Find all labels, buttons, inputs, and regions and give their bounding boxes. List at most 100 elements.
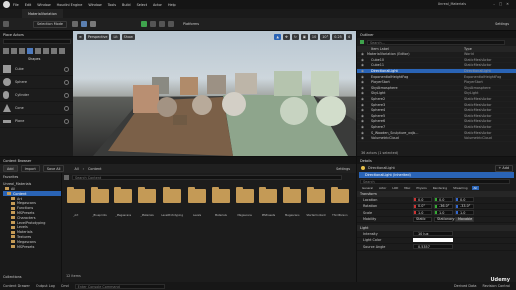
details-tab[interactable]: Streaming <box>451 186 469 190</box>
asset-folder[interactable]: Levels <box>187 187 207 217</box>
mobility-stationary[interactable]: Stationary <box>434 216 455 222</box>
asset-folder[interactable]: _Blueprints <box>90 187 109 217</box>
menu-tools[interactable]: Tools <box>108 3 116 7</box>
details-tab[interactable]: Misc <box>402 186 412 190</box>
platforms-button[interactable]: Platforms <box>180 21 202 28</box>
add-button[interactable]: Add <box>3 165 18 172</box>
scale-y-field[interactable]: 1.0 <box>434 210 453 216</box>
scale-z-field[interactable]: 1.0 <box>455 210 474 216</box>
help-icon[interactable] <box>64 92 69 98</box>
rotation-y-field[interactable]: -36.0° <box>434 203 453 209</box>
help-icon[interactable] <box>64 66 69 72</box>
asset-folder[interactable]: Megascans <box>283 187 302 217</box>
place-item-cone[interactable]: Cone <box>0 102 73 115</box>
tree-folder-item[interactable]: MSPresets <box>3 244 61 249</box>
selection-mode-button[interactable]: Selection Mode <box>33 20 67 28</box>
breadcrumb-content[interactable]: Content <box>88 167 102 171</box>
angle-snap-button[interactable]: 10° <box>320 34 331 40</box>
level-viewport[interactable]: ≡ Perspective Lit Show ▲ ✥ ↻ ▣ 10 10° 0.… <box>73 31 356 156</box>
menu-help[interactable]: Help <box>168 3 176 7</box>
visual-effects-icon[interactable] <box>43 48 49 54</box>
menu-edit[interactable]: Edit <box>25 3 32 7</box>
place-item-cube[interactable]: Cube <box>0 63 73 76</box>
place-actors-search-input[interactable] <box>3 39 71 44</box>
menu-file[interactable]: File <box>13 3 19 7</box>
import-button[interactable]: Import <box>20 165 40 172</box>
play-options-icon[interactable] <box>149 21 156 27</box>
recent-icon[interactable] <box>3 48 9 54</box>
content-search-input[interactable]: Search Content <box>72 175 342 180</box>
help-icon[interactable] <box>64 118 69 124</box>
basic-icon[interactable] <box>11 48 17 54</box>
collections-section[interactable]: Collections <box>3 274 22 279</box>
rotate-tool-button[interactable]: ↻ <box>291 34 299 40</box>
rotation-label[interactable]: Rotation <box>363 204 413 208</box>
actor-name-field[interactable]: DirectionalLight <box>368 166 395 170</box>
asset-folder[interactable]: LevelPrototyping <box>161 187 183 217</box>
shapes-icon[interactable] <box>27 48 33 54</box>
all-classes-icon[interactable] <box>59 48 65 54</box>
scale-label[interactable]: Scale <box>363 211 413 215</box>
details-tab[interactable]: General <box>360 186 375 190</box>
select-tool-button[interactable]: ▲ <box>274 34 282 40</box>
add-component-button[interactable]: + Add <box>494 164 513 172</box>
window-controls[interactable]: –□✕ <box>493 2 513 6</box>
content-icon[interactable] <box>71 21 78 27</box>
menu-actor[interactable]: Actor <box>153 3 162 7</box>
mobility-static[interactable]: Static <box>413 216 432 222</box>
location-label[interactable]: Location <box>363 198 413 202</box>
column-item-label[interactable]: Item Label <box>371 47 464 51</box>
asset-folder[interactable]: StarterContent <box>306 187 326 217</box>
scale-x-field[interactable]: 1.0 <box>413 210 432 216</box>
derived-data-button[interactable]: Derived Data <box>454 284 476 288</box>
rotation-x-field[interactable]: 0.0° <box>413 203 432 209</box>
outliner-search-input[interactable]: Search... <box>367 39 505 45</box>
place-item-cylinder[interactable]: Cylinder <box>0 89 73 102</box>
cinematic-icon[interactable] <box>35 48 41 54</box>
level-tab[interactable]: MaterialVariation <box>22 9 63 18</box>
breadcrumb-all[interactable]: All <box>74 167 78 171</box>
content-drawer-button[interactable]: Content Drawer <box>3 284 30 288</box>
asset-folder[interactable]: Materials <box>211 187 230 217</box>
unreal-logo-icon[interactable] <box>3 1 10 8</box>
save-all-button[interactable]: Save All <box>42 165 65 172</box>
scale-tool-button[interactable]: ▣ <box>300 34 308 40</box>
move-tool-button[interactable]: ✥ <box>283 34 290 40</box>
filter-icon[interactable] <box>64 175 69 180</box>
details-tab[interactable]: Rendering <box>431 186 449 190</box>
volumes-icon[interactable] <box>51 48 57 54</box>
add-icon[interactable] <box>360 40 364 44</box>
help-icon[interactable] <box>64 105 69 111</box>
show-button[interactable]: Show <box>121 34 135 40</box>
mobility-movable[interactable]: Movable <box>455 216 474 222</box>
location-y-field[interactable]: 0.0 <box>434 197 453 203</box>
source-control-button[interactable]: Revision Control <box>482 284 510 288</box>
play-icon[interactable] <box>140 21 147 27</box>
blueprint-icon[interactable] <box>80 21 87 27</box>
menu-select[interactable]: Select <box>137 3 147 7</box>
settings-button[interactable]: Settings <box>492 21 512 28</box>
grid-snap-button[interactable]: 10 <box>309 34 319 40</box>
place-actors-search[interactable] <box>0 38 73 45</box>
help-icon[interactable] <box>64 79 69 85</box>
details-search-input[interactable]: Search <box>360 179 510 184</box>
console-input[interactable]: Enter Console Command <box>74 283 165 289</box>
light-color-swatch[interactable] <box>413 238 453 243</box>
asset-folder[interactable]: _Materials <box>137 187 157 217</box>
details-tab[interactable]: Actor <box>377 186 388 190</box>
menu-window[interactable]: Window <box>37 3 50 7</box>
perspective-button[interactable]: Perspective <box>85 34 110 40</box>
viewport-options-button[interactable]: ≡ <box>77 34 84 40</box>
lights-icon[interactable] <box>19 48 25 54</box>
menu-window-2[interactable]: Window <box>88 3 101 7</box>
place-item-sphere[interactable]: Sphere <box>0 76 73 89</box>
asset-folder[interactable]: Megascans <box>235 187 254 217</box>
rotation-z-field[interactable]: -33.0° <box>455 203 474 209</box>
content-settings-button[interactable]: Settings <box>336 167 350 171</box>
asset-folder[interactable]: _Megascans <box>114 187 133 217</box>
details-tab[interactable]: LOD <box>390 186 400 190</box>
intensity-field[interactable]: 10 lux <box>413 231 453 237</box>
cmd-button[interactable]: Cmd <box>61 284 69 288</box>
lit-button[interactable]: Lit <box>111 34 120 40</box>
favorites-section[interactable]: Favorites <box>3 175 61 180</box>
